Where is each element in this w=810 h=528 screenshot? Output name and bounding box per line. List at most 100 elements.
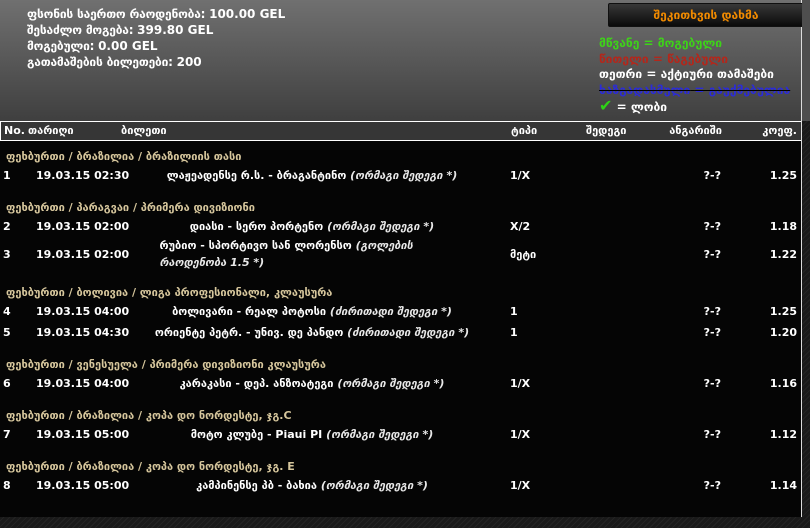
- match-name: ორიენტე პეტრ. - უნივ. დე პანდო: [154, 326, 344, 339]
- row-type: 1/X: [510, 428, 531, 441]
- row-ticket: ბოლივარი - რეალ პოტოსი (ძირითადი შედეგი …: [119, 303, 505, 320]
- stat-draw-tickets: გათამაშების ბილეთები: 200: [27, 54, 285, 70]
- legend-item-lobby: ✔ = ლობი: [599, 98, 790, 116]
- row-type: 1: [510, 326, 518, 339]
- account-stats: ფსონის საერთო რაოდენობა: 100.00 GEL შესა…: [27, 6, 285, 70]
- bet-market: (ორმაგი შედეგი *): [327, 220, 435, 233]
- category-header: ფეხბურთი / ვენესუელა / პრიმერა დივიზიონი…: [6, 358, 326, 371]
- legend-item-won: მწვანე = მოგებული: [599, 36, 790, 52]
- match-name: ლაჟეადენსე რ.ს. - ბრაგანტინო: [166, 169, 347, 182]
- row-number: 4: [3, 305, 11, 318]
- row-number: 5: [3, 326, 11, 339]
- stat-possible-win: შესაძლო მოგება: 399.80 GEL: [27, 22, 285, 38]
- row-coef: 1.25: [769, 169, 797, 182]
- bet-market: (ძირითადი შედეგი *): [347, 326, 470, 339]
- column-header-account: ანგარიში: [669, 124, 722, 137]
- row-number: 7: [3, 428, 11, 441]
- bet-row[interactable]: 4 19.03.15 04:00 ბოლივარი - რეალ პოტოსი …: [0, 301, 801, 322]
- row-score: ?-?: [703, 326, 721, 339]
- category-header: ფეხბურთი / ბრაზილია / კოპა დო ნორდესტე, …: [6, 460, 295, 473]
- row-coef: 1.22: [769, 247, 797, 261]
- row-coef: 1.25: [769, 305, 797, 318]
- match-name: კარაკასი - დეპ. ანზოატეგი: [179, 377, 334, 390]
- legend-desc: = წაგებული: [652, 51, 728, 66]
- status-legend: მწვანე = მოგებული წითელი = წაგებული თეთრ…: [599, 36, 790, 116]
- row-coef: 1.20: [769, 326, 797, 339]
- match-name: კამპინენსე პბ - ბახია: [196, 479, 317, 492]
- ask-question-button[interactable]: შეკითხვის დახმა: [608, 3, 804, 27]
- column-header-no: No.: [4, 124, 25, 137]
- row-score: ?-?: [703, 169, 721, 182]
- legend-item-active: თეთრი = აქტიური თამაშები: [599, 67, 790, 83]
- stat-label: გათამაშების ბილეთები:: [27, 55, 173, 69]
- bet-row[interactable]: 6 19.03.15 04:00 კარაკასი - დეპ. ანზოატე…: [0, 373, 801, 394]
- row-number: 2: [3, 220, 11, 233]
- legend-term: წითელი: [599, 51, 649, 66]
- column-header-ticket: ბილეთი: [121, 124, 167, 137]
- column-header-date: თარიღი: [28, 124, 74, 137]
- legend-desc: = აქტიური თამაშები: [646, 67, 774, 81]
- column-header-result: შედეგი: [586, 124, 627, 137]
- row-type: 1/X: [510, 479, 531, 492]
- row-date: 19.03.15 02:30: [36, 169, 130, 182]
- row-date: 19.03.15 05:00: [36, 428, 130, 441]
- bet-market: (ორმაგი შედეგი *): [350, 169, 458, 182]
- row-ticket: კამპინენსე პბ - ბახია (ორმაგი შედეგი *): [119, 477, 505, 494]
- row-coef: 1.16: [769, 377, 797, 390]
- summary-panel: ფსონის საერთო რაოდენობა: 100.00 GEL შესა…: [0, 0, 804, 121]
- row-number: 6: [3, 377, 11, 390]
- row-type: 1/X: [510, 377, 531, 390]
- category-header: ფეხბურთი / ბრაზილია / ბრაზილიის თასი: [6, 150, 242, 163]
- legend-desc: = მოგებული: [643, 36, 723, 50]
- row-date: 19.03.15 02:00: [36, 247, 130, 261]
- category-header: ფეხბურთი / ბოლივია / ლიგა პროფესიონალი, …: [6, 286, 333, 299]
- right-edge-strip: [802, 0, 810, 121]
- bet-row[interactable]: 8 19.03.15 05:00 კამპინენსე პბ - ბახია (…: [0, 475, 801, 496]
- stat-value: 200: [176, 55, 202, 69]
- legend-item-lost: წითელი = წაგებული: [599, 52, 790, 68]
- bet-market: (ორმაგი შედეგი *): [326, 428, 434, 441]
- stat-value: 399.80 GEL: [137, 23, 214, 37]
- row-number: 1: [3, 169, 11, 182]
- row-ticket: რუბიო - სპორტივო სან ლორენსო (გოლების რა…: [119, 237, 505, 271]
- check-icon: ✔: [599, 96, 613, 115]
- category-header: ფეხბურთი / ბრაზილია / კოპა დო ნორდესტე, …: [6, 409, 292, 422]
- stat-label: შესაძლო მოგება:: [27, 23, 134, 37]
- category-header: ფეხბურთი / პარაგვაი / პრიმერა დივიზიონი: [6, 201, 255, 214]
- stat-value: 100.00 GEL: [209, 7, 286, 21]
- row-ticket: ლაჟეადენსე რ.ს. - ბრაგანტინო (ორმაგი შედ…: [119, 167, 505, 184]
- row-score: ?-?: [703, 305, 721, 318]
- legend-term: ხაზგადასმული: [599, 82, 691, 97]
- bet-market: (ორმაგი შედეგი *): [320, 479, 428, 492]
- row-date: 19.03.15 02:00: [36, 220, 130, 233]
- row-date: 19.03.15 04:00: [36, 305, 130, 318]
- legend-desc: = გაუქმებულია: [694, 82, 791, 97]
- row-type: მეტი: [510, 247, 537, 261]
- column-header-type: ტიპი: [511, 124, 538, 137]
- bet-row[interactable]: 1 19.03.15 02:30 ლაჟეადენსე რ.ს. - ბრაგა…: [0, 165, 801, 186]
- row-type: 1: [510, 305, 518, 318]
- bet-row[interactable]: 7 19.03.15 05:00 მოტო კლუბე - Piaui PI (…: [0, 424, 801, 445]
- bet-row[interactable]: 5 19.03.15 04:30 ორიენტე პეტრ. - უნივ. დ…: [0, 322, 801, 343]
- match-name: ბოლივარი - რეალ პოტოსი: [172, 305, 327, 318]
- stat-value: 0.00 GEL: [98, 39, 158, 53]
- row-ticket: ორიენტე პეტრ. - უნივ. დე პანდო (ძირითადი…: [119, 324, 505, 341]
- row-number: 8: [3, 479, 11, 492]
- bet-row[interactable]: 3 19.03.15 02:00 რუბიო - სპორტივო სან ლო…: [0, 237, 801, 271]
- row-type: X/2: [510, 220, 531, 233]
- row-coef: 1.14: [769, 479, 797, 492]
- row-ticket: კარაკასი - დეპ. ანზოატეგი (ორმაგი შედეგი…: [119, 375, 505, 392]
- bet-row[interactable]: 2 19.03.15 02:00 დიასი - სერო პორტენო (ო…: [0, 216, 801, 237]
- stat-total-stake: ფსონის საერთო რაოდენობა: 100.00 GEL: [27, 6, 285, 22]
- legend-item-cancelled: ხაზგადასმული = გაუქმებულია: [599, 83, 790, 99]
- match-name: დიასი - სერო პორტენო: [189, 220, 324, 233]
- match-name: რუბიო - სპორტივო სან ლორენსო: [159, 239, 352, 252]
- match-name: მოტო კლუბე - Piaui PI: [190, 428, 323, 441]
- bet-market: (ძირითადი შედეგი *): [329, 305, 452, 318]
- legend-term: მწვანე: [599, 36, 640, 50]
- row-date: 19.03.15 04:00: [36, 377, 130, 390]
- legend-desc: = ლობი: [616, 100, 668, 114]
- column-header-coef: კოეფ.: [762, 124, 797, 137]
- row-coef: 1.12: [769, 428, 797, 441]
- row-number: 3: [3, 247, 11, 261]
